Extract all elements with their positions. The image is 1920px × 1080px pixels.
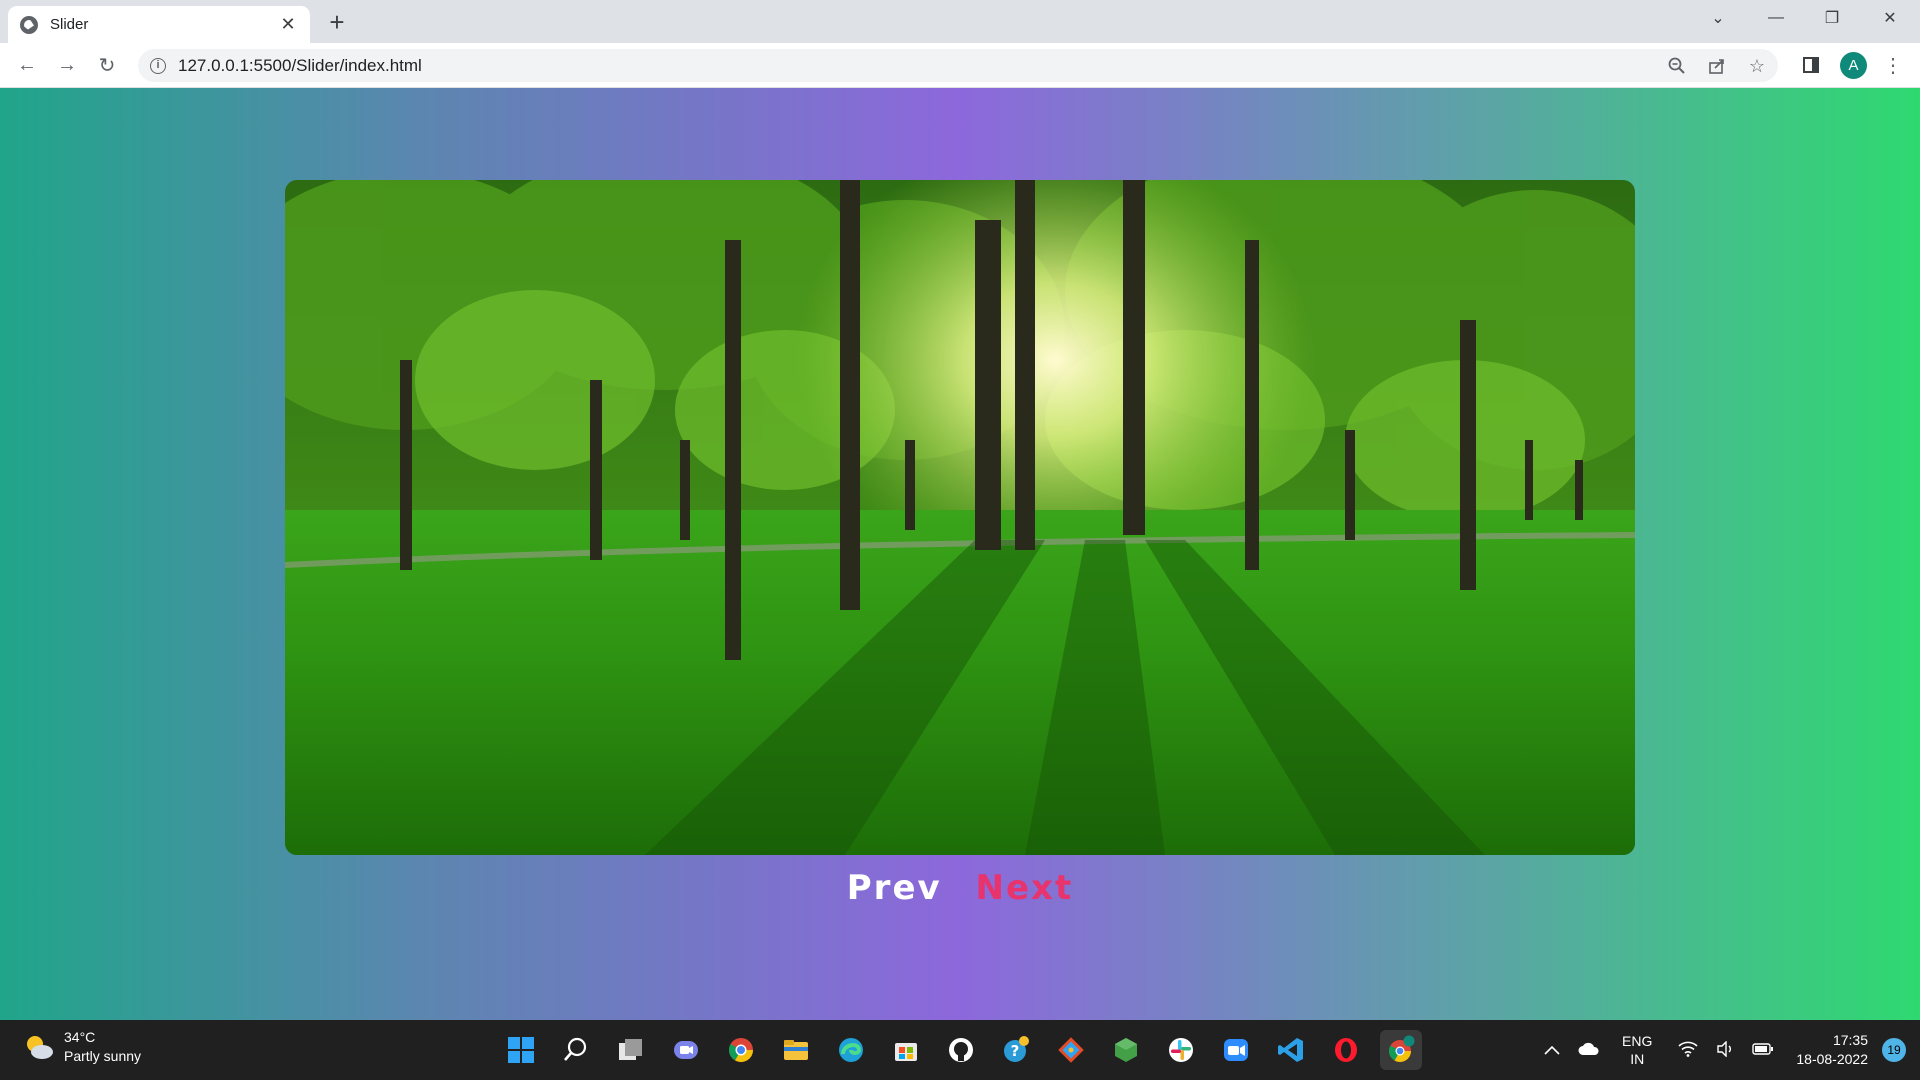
slide-image (285, 180, 1635, 855)
github-icon[interactable] (940, 1030, 982, 1070)
chrome-profile-icon[interactable] (1380, 1030, 1422, 1070)
clock-date: 18-08-2022 (1796, 1051, 1868, 1067)
clock[interactable]: 17:35 18-08-2022 (1796, 1031, 1868, 1069)
lang-line1: ENG (1622, 1033, 1653, 1049)
forward-icon[interactable]: → (52, 50, 82, 80)
reload-icon[interactable]: ↻ (92, 50, 122, 80)
teams-chat-icon[interactable] (665, 1030, 707, 1070)
minimize-button[interactable]: — (1748, 0, 1804, 36)
lang-line2: IN (1630, 1051, 1645, 1067)
zoom-app-icon[interactable] (1215, 1030, 1257, 1070)
svg-text:?: ? (1011, 1042, 1020, 1060)
tab-search-icon[interactable]: ⌄ (1690, 0, 1746, 36)
back-icon[interactable]: ← (12, 50, 42, 80)
close-tab-icon[interactable]: ✕ (278, 14, 298, 35)
url-text: 127.0.0.1:5500/Slider/index.html (178, 55, 422, 75)
menu-kebab-icon[interactable]: ⋮ (1878, 50, 1908, 80)
start-icon[interactable] (500, 1030, 542, 1070)
new-tab-button[interactable]: + (322, 8, 352, 38)
partly-sunny-icon (24, 1034, 54, 1060)
chevron-up-icon[interactable] (1544, 1042, 1560, 1058)
vscode-icon[interactable] (1270, 1030, 1312, 1070)
battery-icon[interactable] (1752, 1042, 1774, 1058)
browser-toolbar: ← → ↻ i 127.0.0.1:5500/Slider/index.html… (0, 43, 1920, 88)
file-explorer-icon[interactable] (775, 1030, 817, 1070)
store-icon[interactable] (885, 1030, 927, 1070)
chrome-icon[interactable] (720, 1030, 762, 1070)
page-content: Prev Next (0, 88, 1920, 1020)
restore-button[interactable]: ❐ (1804, 0, 1860, 36)
taskbar: 34°C Partly sunny ? ENG IN 17:35 18-08-2… (0, 1020, 1920, 1080)
weather-temp: 34°C (64, 1029, 96, 1045)
help-icon[interactable]: ? (995, 1030, 1037, 1070)
share-icon[interactable] (1704, 53, 1730, 79)
prev-button[interactable]: Prev (847, 868, 942, 908)
tab-slider[interactable]: Slider ✕ (8, 6, 310, 43)
task-view-icon[interactable] (610, 1030, 652, 1070)
search-icon[interactable] (555, 1030, 597, 1070)
address-bar[interactable]: i 127.0.0.1:5500/Slider/index.html ☆ (138, 49, 1778, 82)
zoom-icon[interactable] (1664, 53, 1690, 79)
opera-icon[interactable] (1325, 1030, 1367, 1070)
nodejs-icon[interactable] (1105, 1030, 1147, 1070)
profile-avatar[interactable]: A (1840, 52, 1867, 79)
onedrive-cloud-icon[interactable] (1578, 1042, 1600, 1059)
weather-desc: Partly sunny (64, 1048, 142, 1064)
close-window-button[interactable]: ✕ (1862, 0, 1918, 36)
side-panel-icon[interactable] (1796, 50, 1826, 80)
tab-title: Slider (50, 16, 89, 33)
clock-time: 17:35 (1832, 1032, 1868, 1048)
site-info-icon[interactable]: i (150, 57, 166, 74)
globe-icon (20, 15, 38, 34)
notification-badge[interactable]: 19 (1882, 1038, 1906, 1062)
wifi-icon[interactable] (1678, 1041, 1698, 1060)
bookmark-star-icon[interactable]: ☆ (1744, 53, 1770, 79)
system-tray: ENG IN 17:35 18-08-2022 19 (1544, 1020, 1920, 1080)
volume-icon[interactable] (1716, 1039, 1734, 1060)
edge-icon[interactable] (830, 1030, 872, 1070)
tab-strip: Slider ✕ + ⌄ — ❐ ✕ (0, 0, 1920, 43)
git-icon[interactable] (1050, 1030, 1092, 1070)
slack-icon[interactable] (1160, 1030, 1202, 1070)
slider-controls: Prev Next (0, 868, 1920, 908)
language-indicator[interactable]: ENG IN (1622, 1032, 1652, 1068)
next-button[interactable]: Next (976, 868, 1074, 908)
weather-widget[interactable]: 34°C Partly sunny (24, 1028, 141, 1066)
taskbar-apps: ? (500, 1030, 1422, 1070)
